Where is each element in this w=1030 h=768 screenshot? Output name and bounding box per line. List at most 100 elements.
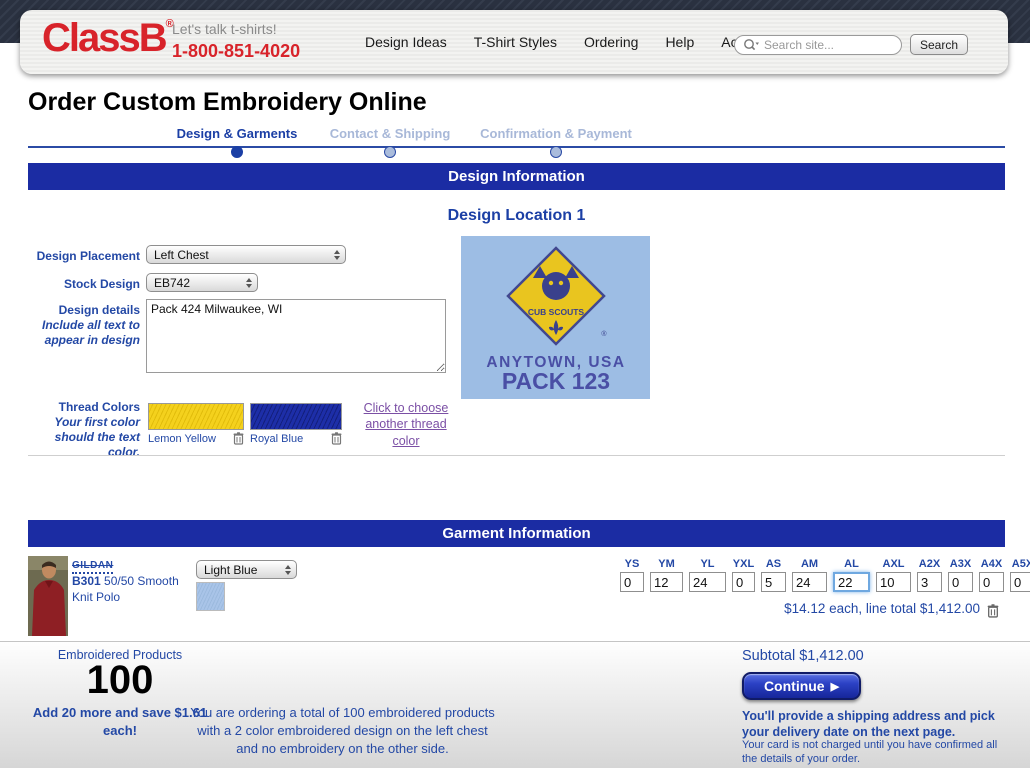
step-contact-shipping: Contact & Shipping [300,126,480,157]
size-input-yl[interactable] [689,572,726,592]
size-header: YS [620,558,644,570]
garment-color-swatch[interactable] [196,582,225,611]
size-header: YXL [732,558,755,570]
section-divider [28,455,1005,456]
size-grid: YS YM YL YXL AS AM AL AXL [620,558,1030,592]
design-placement-select[interactable]: Left Chest [146,245,346,264]
size-input-ym[interactable] [650,572,683,592]
size-col-a5x: A5X [1010,558,1030,592]
size-header: AXL [876,558,911,570]
select-stepper-icon [334,250,340,260]
size-input-a2x[interactable] [917,572,942,592]
size-header: AS [761,558,786,570]
preview-line2: PACK 123 [502,368,610,394]
thread-colors-label-main: Thread Colors [28,400,140,415]
size-input-ys[interactable] [620,572,644,592]
search-box[interactable] [734,35,902,55]
select-stepper-icon [246,278,252,288]
size-col-yxl: YXL [732,558,755,592]
size-input-a5x[interactable] [1010,572,1030,592]
design-placement-value: Left Chest [154,248,209,262]
thread-name-lemon-yellow: Lemon Yellow [148,433,216,445]
size-header: A5X [1010,558,1030,570]
design-details-textarea[interactable]: Pack 424 Milwaukee, WI [146,299,446,373]
subtotal: Subtotal $1,412.00 [742,648,864,664]
embroidered-products-count: 100 [40,658,200,703]
size-header: AM [792,558,827,570]
size-input-axl[interactable] [876,572,911,592]
size-input-al-focused[interactable] [833,572,870,592]
size-input-as[interactable] [761,572,786,592]
step-dot [384,146,396,158]
design-information-header: Design Information [28,163,1005,190]
add-thread-color-link[interactable]: Click to choose another thread color [352,400,460,449]
step-confirmation-payment: Confirmation & Payment [456,126,656,157]
size-header: AL [833,558,870,570]
nav-ordering[interactable]: Ordering [584,34,638,50]
search-area: Search [734,34,968,55]
thread-link-line1: Click to choose [352,400,460,416]
product-thumbnail[interactable] [28,556,68,636]
nav-tshirt-styles[interactable]: T-Shirt Styles [474,34,557,50]
select-stepper-icon [285,565,291,575]
size-col-yl: YL [689,558,726,592]
size-input-a3x[interactable] [948,572,973,592]
brand-logo[interactable]: GILDAN [72,559,113,574]
badge-text: CUB SCOUTS [528,307,585,317]
nav-design-ideas[interactable]: Design Ideas [365,34,447,50]
design-placement-label: Design Placement [28,249,140,264]
size-col-ys: YS [620,558,644,592]
size-input-yxl[interactable] [732,572,755,592]
delete-garment-line-icon[interactable] [987,604,999,618]
thread-swatch-royal-blue[interactable] [250,403,342,430]
size-input-a4x[interactable] [979,572,1004,592]
size-col-am: AM [792,558,827,592]
nav-help[interactable]: Help [665,34,694,50]
continue-arrow-icon: ▶ [831,680,839,693]
product-info: GILDAN B301 50/50 Smooth Knit Polo [72,557,194,605]
thread-colors-sublabel: Your first color should the text color. [28,415,140,460]
step-label: Contact & Shipping [300,126,480,141]
continue-button[interactable]: Continue ▶ [742,672,861,700]
page: ClassB® Let's talk t-shirts! 1-800-851-4… [0,0,1030,768]
size-col-a3x: A3X [948,558,973,592]
search-icon [743,38,760,51]
page-title: Order Custom Embroidery Online [28,88,427,117]
svg-text:®: ® [601,330,607,338]
save-note: Add 20 more and save $1.61 each! [30,704,210,739]
phone-number: 1-800-851-4020 [172,41,300,62]
size-header: A3X [948,558,973,570]
design-details-sublabel: Include all text to appear in design [28,318,140,348]
order-summary-footer: Embroidered Products 100 Add 20 more and… [0,641,1030,768]
delete-thread-color-icon[interactable] [233,432,244,445]
order-note: You are ordering a total of 100 embroide… [185,704,500,759]
design-details-label: Design details Include all text to appea… [28,303,140,348]
delete-thread-color-icon[interactable] [331,432,342,445]
search-dropdown-arrow [755,43,759,46]
garment-color-select[interactable]: Light Blue [196,560,297,579]
search-input[interactable] [764,38,884,52]
card-note: Your card is not charged until you have … [742,738,1010,767]
design-preview-image: CUB SCOUTS ® ANYTOWN, USA PACK 123 [461,236,650,399]
size-col-ym: YM [650,558,683,592]
thread-swatch-lemon-yellow[interactable] [148,403,244,430]
site-header: ClassB® Let's talk t-shirts! 1-800-851-4… [20,10,1008,74]
size-input-am[interactable] [792,572,827,592]
search-button[interactable]: Search [910,34,968,55]
product-code-link[interactable]: B301 [72,574,101,588]
size-header: A4X [979,558,1004,570]
step-label: Confirmation & Payment [456,126,656,141]
size-col-axl: AXL [876,558,911,592]
garment-information-header: Garment Information [28,520,1005,547]
tagline: Let's talk t-shirts! [172,21,277,37]
thread-colors-label: Thread Colors Your first color should th… [28,400,140,460]
stock-design-select[interactable]: EB742 [146,273,258,292]
line-total: $14.12 each, line total $1,412.00 [620,601,980,616]
size-col-al: AL [833,558,870,592]
design-details-label-main: Design details [28,303,140,318]
step-dot [550,146,562,158]
continue-label: Continue [764,678,825,694]
garment-color-value: Light Blue [204,563,257,577]
shipping-note: You'll provide a shipping address and pi… [742,708,1010,741]
classb-logo[interactable]: ClassB® [42,16,174,61]
